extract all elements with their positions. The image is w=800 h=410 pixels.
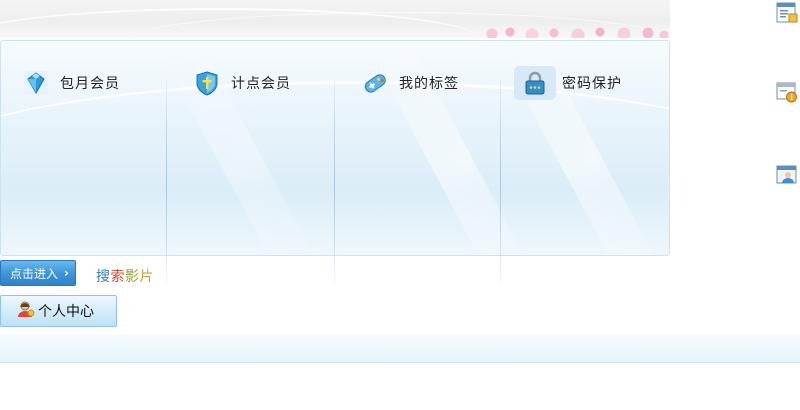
chevron-right-icon: › bbox=[64, 266, 69, 280]
top-banner bbox=[0, 0, 670, 38]
card-points-member[interactable]: 计点会员 bbox=[191, 66, 291, 100]
card-label: 我的标签 bbox=[399, 76, 459, 92]
user-card-icon[interactable] bbox=[776, 164, 798, 186]
card-divider bbox=[166, 80, 167, 282]
window-coin-icon[interactable] bbox=[776, 81, 798, 103]
card-label: 计点会员 bbox=[231, 76, 291, 92]
shield-icon bbox=[191, 67, 223, 99]
card-monthly-member[interactable]: 包月会员 bbox=[20, 66, 120, 100]
personal-center-label: 个人中心 bbox=[38, 304, 94, 320]
gamepad-icon bbox=[359, 67, 391, 99]
bottom-bar bbox=[0, 334, 800, 363]
card-password-protect[interactable]: 密码保护 bbox=[514, 66, 622, 100]
card-label: 密码保护 bbox=[562, 76, 622, 92]
card-divider bbox=[500, 80, 501, 282]
card-divider bbox=[334, 80, 335, 282]
user-icon bbox=[17, 300, 35, 322]
enter-button-label: 点击进入 bbox=[10, 266, 59, 281]
lock-icon bbox=[514, 66, 556, 100]
document-list-icon[interactable] bbox=[776, 2, 798, 24]
flower-decoration bbox=[480, 22, 670, 38]
diamond-icon bbox=[20, 67, 52, 99]
card-my-tags[interactable]: 我的标签 bbox=[359, 66, 459, 100]
personal-center-button[interactable]: 个人中心 bbox=[0, 295, 117, 327]
card-label: 包月会员 bbox=[60, 76, 120, 92]
search-movies-link[interactable]: 搜索影片 bbox=[96, 266, 154, 286]
enter-button[interactable]: 点击进入 › bbox=[0, 260, 76, 286]
